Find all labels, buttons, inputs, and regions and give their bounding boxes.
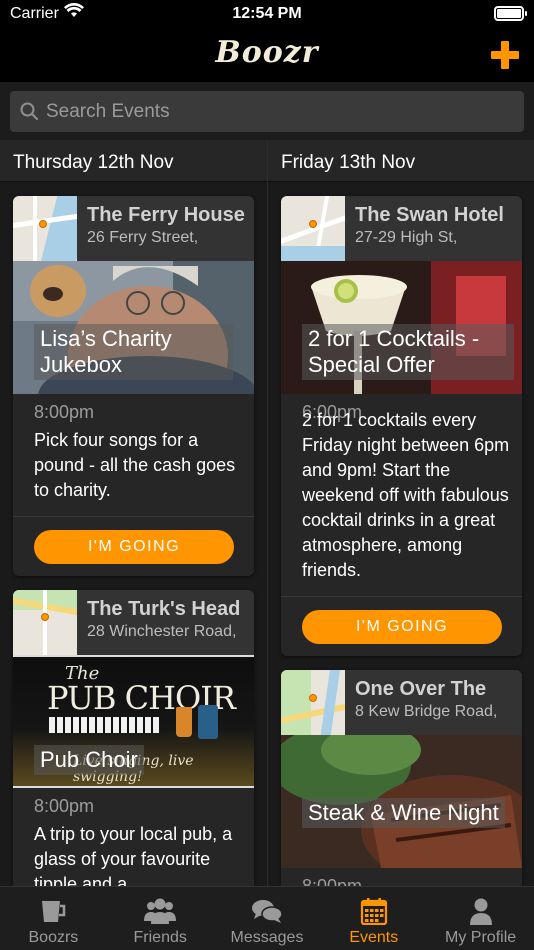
tab-messages[interactable]: Messages: [214, 887, 321, 950]
event-title: Pub Choir: [34, 745, 144, 775]
search-box[interactable]: [10, 91, 524, 132]
day-column-friday[interactable]: Friday 13th Nov The Swan Hotel 27-29 Hig…: [267, 140, 534, 886]
nav-bar: Boozr: [0, 30, 534, 82]
event-photo[interactable]: The PUB CHOIR Live singing, live swiggin…: [13, 655, 254, 788]
event-title: Lisa’s Charity Jukebox: [34, 324, 233, 380]
event-card[interactable]: One Over The 8 Kew Bridge Road, Steak & …: [281, 670, 522, 886]
tab-bar: Boozrs Friends Messages Events My Profil…: [0, 886, 534, 950]
im-going-button[interactable]: I'M GOING: [34, 530, 234, 564]
friends-icon: [144, 898, 177, 924]
event-description: 2 for 1 cocktails every Friday night bet…: [302, 410, 510, 580]
chat-bubbles-icon: [251, 900, 283, 923]
event-card[interactable]: The Ferry House 26 Ferry Street, Lisa’s …: [13, 196, 254, 576]
venue-header[interactable]: One Over The 8 Kew Bridge Road,: [281, 670, 522, 735]
venue-name: The Swan Hotel: [355, 204, 504, 226]
event-card[interactable]: The Swan Hotel 27-29 High St, 2 for 1 Co…: [281, 196, 522, 656]
im-going-button[interactable]: I'M GOING: [302, 610, 502, 644]
tab-label: My Profile: [445, 929, 517, 946]
clock: 12:54 PM: [232, 5, 302, 22]
venue-address: 28 Winchester Road,: [87, 623, 237, 640]
plus-icon[interactable]: [490, 40, 520, 70]
tab-boozrs[interactable]: Boozrs: [0, 887, 107, 950]
venue-header[interactable]: The Swan Hotel 27-29 High St,: [281, 196, 522, 261]
search-input[interactable]: [46, 91, 516, 132]
venue-map-thumbnail[interactable]: [13, 590, 77, 655]
venue-map-thumbnail[interactable]: [13, 196, 77, 261]
search-bar: [0, 82, 534, 140]
search-icon: [20, 102, 38, 120]
venue-name: The Turk's Head: [87, 598, 241, 620]
event-time: 8:00pm: [34, 796, 95, 816]
event-card[interactable]: The Turk's Head 28 Winchester Road, The …: [13, 590, 254, 886]
venue-address: 26 Ferry Street,: [87, 229, 199, 246]
event-title: Steak & Wine Night: [302, 798, 505, 828]
pint-glass-icon: [42, 901, 66, 922]
tab-label: Messages: [230, 929, 304, 946]
user-icon: [469, 898, 492, 925]
events-columns: Thursday 12th Nov The Ferry House 26 Fer…: [0, 140, 534, 886]
day-header: Friday 13th Nov: [268, 140, 534, 182]
venue-map-thumbnail[interactable]: [281, 670, 345, 735]
event-photo[interactable]: Steak & Wine Night: [281, 735, 522, 868]
event-photo[interactable]: Lisa’s Charity Jukebox: [13, 261, 254, 394]
tab-label: Boozrs: [28, 929, 79, 946]
day-header: Thursday 12th Nov: [0, 140, 267, 182]
venue-address: 27-29 High St,: [355, 229, 458, 246]
venue-address: 8 Kew Bridge Road,: [355, 703, 498, 720]
tab-label: Events: [349, 929, 399, 946]
venue-header[interactable]: The Turk's Head 28 Winchester Road,: [13, 590, 254, 655]
event-time: 8:00pm: [34, 402, 95, 422]
status-bar: Carrier 12:54 PM: [0, 0, 534, 30]
card-footer: I'M GOING: [281, 596, 522, 656]
event-time: 6:00pm: [302, 402, 363, 422]
venue-header[interactable]: The Ferry House 26 Ferry Street,: [13, 196, 254, 261]
tab-friends[interactable]: Friends: [107, 887, 214, 950]
battery-icon: [494, 6, 527, 21]
event-photo[interactable]: 2 for 1 Cocktails - Special Offer: [281, 261, 522, 394]
tab-label: Friends: [133, 929, 187, 946]
event-time: 8:00pm: [302, 876, 363, 886]
tab-my-profile[interactable]: My Profile: [427, 887, 534, 950]
event-description: Pick four songs for a pound - all the ca…: [34, 430, 236, 500]
calendar-icon: [360, 898, 387, 925]
day-column-thursday[interactable]: Thursday 12th Nov The Ferry House 26 Fer…: [0, 140, 267, 886]
venue-map-thumbnail[interactable]: [281, 196, 345, 261]
app-logo: Boozr: [215, 35, 319, 70]
event-title: 2 for 1 Cocktails - Special Offer: [302, 324, 514, 380]
venue-name: The Ferry House: [87, 204, 245, 226]
card-footer: I'M GOING: [13, 516, 254, 576]
venue-name: One Over The: [355, 678, 487, 700]
event-description: A trip to your local pub, a glass of you…: [34, 824, 233, 886]
tab-events[interactable]: Events: [320, 887, 427, 950]
